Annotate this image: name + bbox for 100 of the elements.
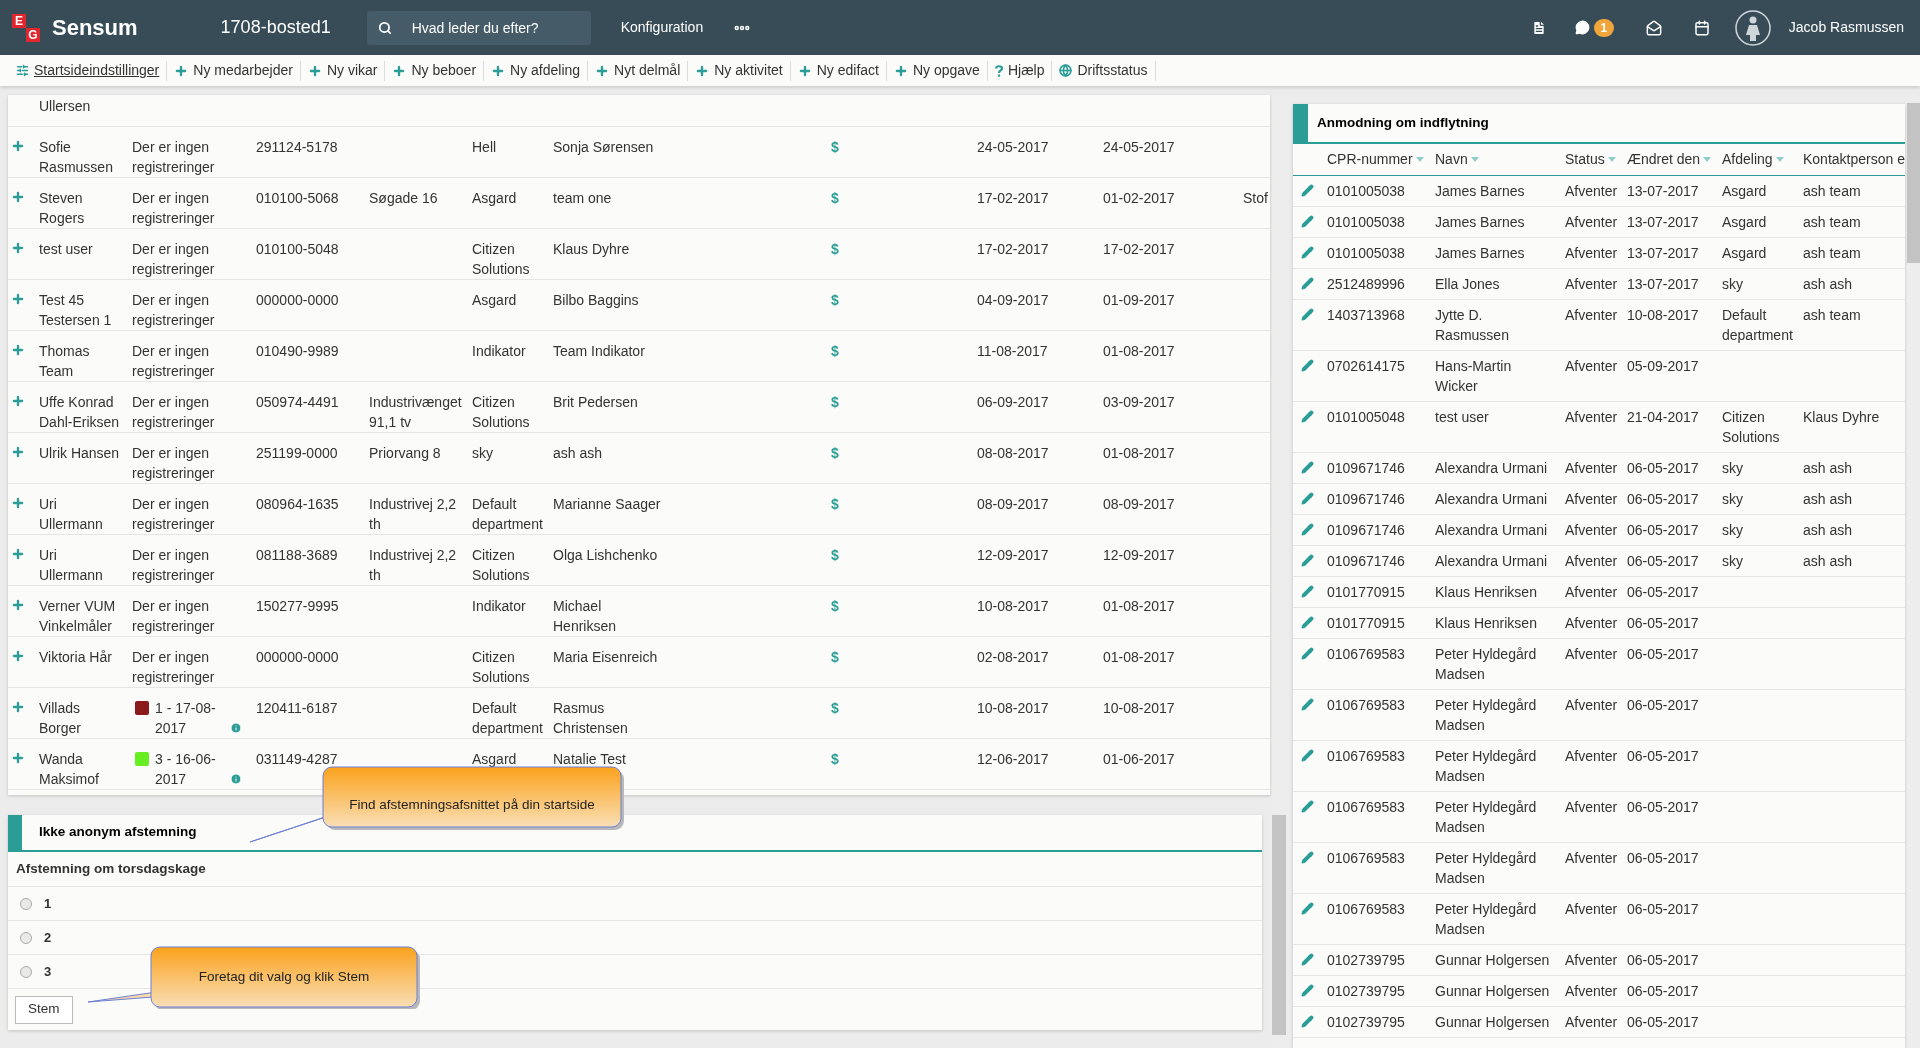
edit-icon[interactable] — [1301, 850, 1314, 864]
radio-button[interactable] — [20, 931, 32, 944]
menu-link[interactable]: Konfiguration — [620, 17, 704, 38]
table-cell-text: Klaus Henriksen — [1435, 582, 1537, 602]
column-header[interactable]: Status — [1565, 149, 1616, 170]
expand-icon[interactable] — [11, 648, 25, 663]
column-header[interactable]: Afdeling — [1722, 149, 1784, 170]
edit-icon[interactable] — [1301, 646, 1314, 660]
table-cell-text: Asgard — [472, 188, 517, 208]
expand-icon[interactable] — [11, 393, 25, 408]
expand-icon[interactable] — [11, 189, 25, 204]
edit-icon[interactable] — [1301, 214, 1314, 228]
expand-icon[interactable] — [11, 291, 25, 306]
edit-icon[interactable] — [1301, 983, 1314, 997]
expand-icon[interactable] — [11, 699, 25, 714]
edit-icon[interactable] — [1301, 358, 1314, 372]
edit-icon[interactable] — [1301, 245, 1314, 259]
user-name[interactable]: Jacob Rasmussen — [1788, 17, 1904, 38]
table-cell-text: Klaus Dyhre — [553, 239, 630, 259]
info-icon[interactable] — [230, 721, 242, 734]
edit-icon[interactable] — [1301, 952, 1314, 966]
option-label: 2 — [44, 928, 52, 947]
toolbar-link[interactable]: Nyt delmål — [588, 60, 688, 81]
column-header[interactable]: CPR-nummer — [1327, 149, 1424, 170]
search-field[interactable]: Hvad leder du efter? — [366, 10, 591, 45]
table-cell-text: Citizen Solutions — [472, 647, 531, 687]
vote-button[interactable]: Stem — [15, 995, 73, 1024]
table-cell-text: Industrivej 2,2 th — [369, 494, 458, 534]
table-cell: 24-05-2017 — [1103, 138, 1175, 155]
table-cell: Der er ingen registreringer — [132, 444, 215, 481]
table-cell: 11-08-2017 — [977, 342, 1048, 359]
edit-icon[interactable] — [1301, 553, 1314, 567]
edit-icon[interactable] — [1301, 584, 1314, 598]
edit-icon[interactable] — [1301, 799, 1314, 813]
edit-icon[interactable] — [1301, 1014, 1314, 1028]
toolbar-link[interactable]: Ny vikar — [300, 60, 385, 81]
edit-icon[interactable] — [1301, 460, 1314, 474]
table-cell-text: 1403713968 — [1327, 305, 1405, 325]
radio-button[interactable] — [20, 965, 32, 978]
table-cell: 12-06-2017 — [977, 750, 1049, 767]
expand-icon[interactable] — [11, 750, 25, 765]
table-cell: Der er ingen registreringer — [132, 138, 215, 175]
column-header[interactable]: Ændret den — [1627, 149, 1712, 170]
table-cell: 12-09-2017 — [977, 546, 1049, 563]
expand-icon[interactable] — [11, 495, 25, 510]
table-cell-text: sky — [1722, 520, 1743, 540]
toolbar-link[interactable]: Ny beboer — [385, 60, 484, 81]
edit-icon[interactable] — [1301, 522, 1314, 536]
edit-icon[interactable] — [1301, 409, 1314, 423]
expand-icon[interactable] — [11, 342, 25, 357]
table-cell-text: Michael Henriksen — [553, 596, 618, 636]
mail-icon[interactable] — [1645, 19, 1662, 36]
toolbar-link[interactable]: Ny opgave — [886, 60, 987, 81]
table-cell-text: Alexandra Urmani — [1435, 520, 1548, 540]
radio-button[interactable] — [20, 897, 32, 910]
toolbar-link[interactable]: Driftsstatus — [1052, 60, 1155, 81]
info-icon[interactable] — [230, 772, 242, 785]
expand-icon[interactable] — [11, 240, 25, 255]
edit-icon[interactable] — [1301, 615, 1314, 629]
edit-icon[interactable] — [1301, 901, 1314, 915]
edit-icon[interactable] — [1301, 276, 1314, 290]
expand-icon[interactable] — [11, 597, 25, 612]
chat-icon[interactable] — [1574, 20, 1590, 35]
table-cell-text: Afventer — [1565, 489, 1618, 509]
settings-link[interactable]: Startsideindstillinger — [9, 60, 167, 81]
column-header[interactable]: Navn — [1435, 149, 1479, 170]
table-cell-text: Afventer — [1565, 274, 1618, 294]
table-cell-text: Afventer — [1565, 695, 1618, 715]
table-cell-text: 0106769583 — [1327, 695, 1405, 715]
table-cell: 01-08-2017 — [1103, 597, 1175, 614]
table-cell-text: Maria Eisenreich — [553, 647, 658, 667]
toolbar-link[interactable]: Ny afdeling — [484, 60, 588, 81]
table-cell-text: 000000-0000 — [256, 290, 339, 310]
table-cell-text: 06-05-2017 — [1627, 458, 1699, 478]
table-cell-text: 0109671746 — [1327, 458, 1405, 478]
expand-icon[interactable] — [11, 546, 25, 561]
sort-icon — [1470, 156, 1479, 162]
table-cell-text: 06-05-2017 — [1627, 1012, 1699, 1032]
avatar-icon[interactable] — [1734, 9, 1771, 46]
table-cell-text: Søgade 16 — [369, 188, 438, 208]
table-cell: 03-09-2017 — [1103, 393, 1175, 410]
edit-icon[interactable] — [1301, 491, 1314, 505]
table-cell: 24-05-2017 — [977, 138, 1049, 155]
edit-icon[interactable] — [1301, 748, 1314, 762]
calendar-icon[interactable] — [1693, 19, 1710, 36]
toolbar-link[interactable]: Ny aktivitet — [688, 60, 790, 81]
expand-icon[interactable] — [11, 444, 25, 459]
expand-icon[interactable] — [11, 138, 25, 153]
edit-icon[interactable] — [1301, 697, 1314, 711]
edit-icon[interactable] — [1301, 183, 1314, 197]
toolbar-link[interactable]: Ny edifact — [790, 60, 886, 81]
table-cell-text: 06-05-2017 — [1627, 950, 1699, 970]
table-cell-text: Asgard — [1722, 212, 1767, 232]
toolbar-link[interactable]: Ny medarbejder — [167, 60, 300, 81]
table-cell: Der er ingen registreringer — [132, 291, 215, 328]
toolbar-link[interactable]: Hjælp — [987, 60, 1052, 81]
table-cell-text: 251199-0000 — [256, 443, 338, 463]
table-cell-text: sky — [1722, 274, 1743, 294]
column-header[interactable]: Kontaktperson e — [1803, 149, 1905, 170]
edit-icon[interactable] — [1301, 307, 1314, 321]
